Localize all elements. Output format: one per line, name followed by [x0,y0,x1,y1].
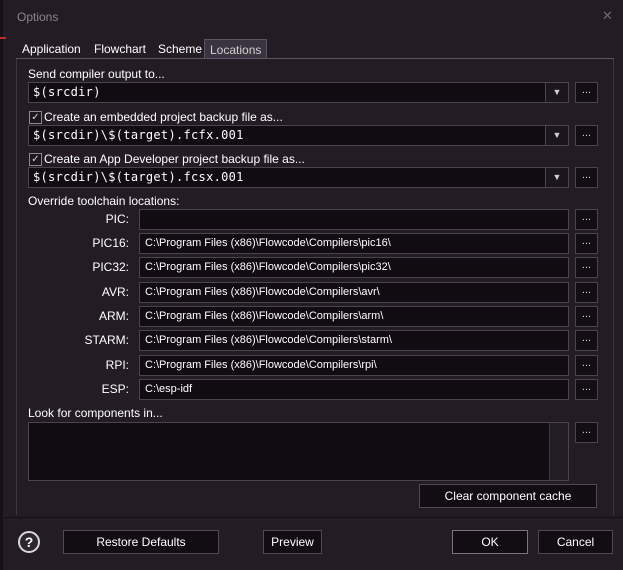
toolchain-label-esp: ESP: [101,382,129,396]
tab-scheme[interactable]: Scheme [153,39,207,59]
appdev-backup-checkbox[interactable]: ✓ [29,153,42,166]
ok-button[interactable]: OK [452,530,528,554]
toolchain-field-esp[interactable]: C:\esp-idf [139,379,569,400]
toolchain-field-pic16[interactable]: C:\Program Files (x86)\Flowcode\Compiler… [139,233,569,254]
toolchain-browse-pic16[interactable]: ... [575,233,598,254]
components-textarea[interactable] [28,422,569,481]
toolchain-field-rpi[interactable]: C:\Program Files (x86)\Flowcode\Compiler… [139,355,569,376]
compiler-output-combo[interactable]: $(srcdir) ▼ [28,82,569,103]
toolchain-browse-arm[interactable]: ... [575,306,598,327]
compiler-output-label: Send compiler output to... [28,67,165,81]
toolchain-label-starm: STARM: [84,333,129,347]
footer-divider [0,517,623,518]
help-icon[interactable]: ? [18,531,40,553]
toolchain-label-rpi: RPI: [105,358,129,372]
toolchain-label-avr: AVR: [101,285,129,299]
compiler-output-value: $(srcdir) [33,85,101,99]
left-edge [0,0,3,570]
toolchain-label-pic32: PIC32: [92,260,129,274]
edge-marker [0,37,6,39]
tab-application[interactable]: Application [17,39,86,59]
chevron-down-icon[interactable]: ▼ [545,83,568,102]
toolchain-field-starm[interactable]: C:\Program Files (x86)\Flowcode\Compiler… [139,330,569,351]
toolchain-browse-starm[interactable]: ... [575,330,598,351]
toolchain-browse-pic[interactable]: ... [575,209,598,230]
chevron-down-icon[interactable]: ▼ [545,168,568,187]
close-icon[interactable]: ✕ [602,8,613,24]
appdev-backup-combo[interactable]: $(srcdir)\$(target).fcsx.001 ▼ [28,167,569,188]
embedded-backup-value: $(srcdir)\$(target).fcfx.001 [33,128,244,142]
compiler-output-browse-button[interactable]: ... [575,82,598,103]
tab-locations[interactable]: Locations [204,39,268,59]
appdev-backup-browse-button[interactable]: ... [575,167,598,188]
toolchain-heading: Override toolchain locations: [28,194,180,208]
toolchain-browse-pic32[interactable]: ... [575,257,598,278]
restore-defaults-button[interactable]: Restore Defaults [63,530,219,554]
embedded-backup-browse-button[interactable]: ... [575,125,598,146]
appdev-backup-label: Create an App Developer project backup f… [44,152,305,166]
toolchain-browse-rpi[interactable]: ... [575,355,598,376]
toolchain-label-pic: PIC: [105,212,129,226]
toolchain-field-pic[interactable] [139,209,569,230]
toolchain-label-pic16: PIC16: [92,236,129,250]
cancel-button[interactable]: Cancel [538,530,613,554]
components-scrollbar[interactable] [549,423,568,480]
toolchain-field-arm[interactable]: C:\Program Files (x86)\Flowcode\Compiler… [139,306,569,327]
toolchain-field-avr[interactable]: C:\Program Files (x86)\Flowcode\Compiler… [139,282,569,303]
toolchain-label-arm: ARM: [99,309,129,323]
toolchain-browse-avr[interactable]: ... [575,282,598,303]
embedded-backup-combo[interactable]: $(srcdir)\$(target).fcfx.001 ▼ [28,125,569,146]
appdev-backup-value: $(srcdir)\$(target).fcsx.001 [33,170,244,184]
embedded-backup-checkbox[interactable]: ✓ [29,111,42,124]
tab-flowchart[interactable]: Flowchart [89,39,151,59]
components-browse-button[interactable]: ... [575,422,598,443]
toolchain-field-pic32[interactable]: C:\Program Files (x86)\Flowcode\Compiler… [139,257,569,278]
embedded-backup-label: Create an embedded project backup file a… [44,110,283,124]
toolchain-browse-esp[interactable]: ... [575,379,598,400]
preview-button[interactable]: Preview [263,530,322,554]
window-title: Options [17,10,59,24]
chevron-down-icon[interactable]: ▼ [545,126,568,145]
clear-component-cache-button[interactable]: Clear component cache [419,484,597,508]
components-label: Look for components in... [28,406,163,420]
